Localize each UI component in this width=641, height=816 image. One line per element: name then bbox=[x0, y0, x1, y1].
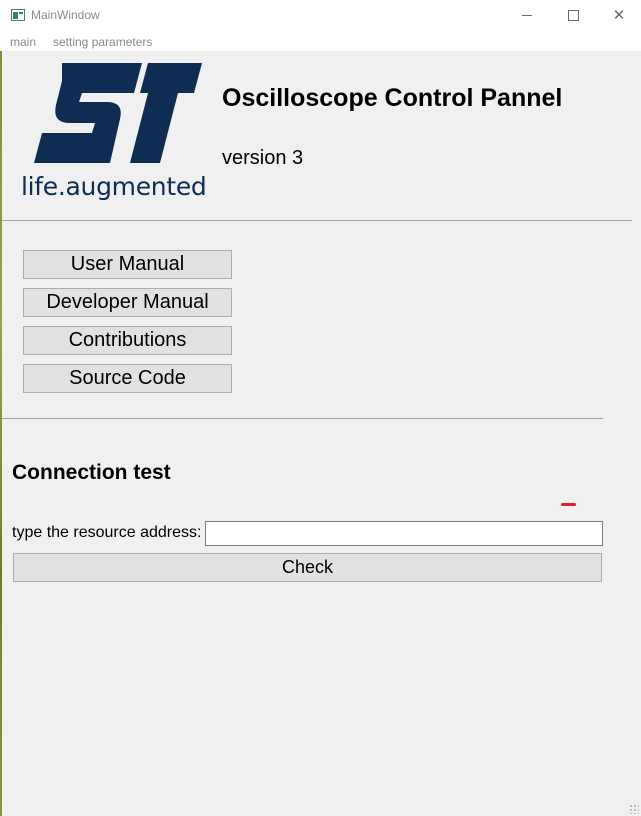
check-button[interactable]: Check bbox=[13, 553, 602, 582]
menu-item-main[interactable]: main bbox=[10, 35, 36, 49]
title-bar[interactable]: MainWindow ✕ bbox=[0, 0, 641, 31]
source-code-button[interactable]: Source Code bbox=[23, 364, 232, 393]
close-icon: ✕ bbox=[612, 7, 626, 24]
minimize-icon bbox=[522, 15, 532, 16]
resize-grip-icon[interactable] bbox=[629, 804, 639, 814]
app-title: Oscilloscope Control Pannel bbox=[222, 84, 563, 112]
developer-manual-button[interactable]: Developer Manual bbox=[23, 288, 232, 317]
desktop-background-strip bbox=[0, 0, 2, 816]
maximize-icon bbox=[567, 10, 579, 21]
close-button[interactable]: ✕ bbox=[596, 0, 641, 31]
maximize-button[interactable] bbox=[550, 0, 596, 31]
app-window-icon bbox=[11, 9, 25, 21]
connection-test-heading: Connection test bbox=[12, 461, 171, 484]
header-divider bbox=[2, 220, 632, 221]
red-mark bbox=[561, 503, 576, 506]
minimize-button[interactable] bbox=[504, 0, 550, 31]
version-label: version 3 bbox=[222, 147, 304, 169]
user-manual-button[interactable]: User Manual bbox=[23, 250, 232, 279]
contributions-button[interactable]: Contributions bbox=[23, 326, 232, 355]
menu-bar: main setting parameters bbox=[0, 31, 641, 51]
logo-tagline: life.augmented bbox=[21, 172, 207, 201]
resource-address-label: type the resource address: bbox=[12, 524, 202, 541]
st-logo: life.augmented bbox=[20, 61, 207, 203]
resource-address-input[interactable] bbox=[205, 521, 603, 546]
menu-item-setting-parameters[interactable]: setting parameters bbox=[53, 35, 152, 49]
window-title: MainWindow bbox=[31, 8, 100, 22]
section-divider bbox=[2, 418, 603, 419]
st-logo-mark-icon bbox=[34, 63, 202, 163]
